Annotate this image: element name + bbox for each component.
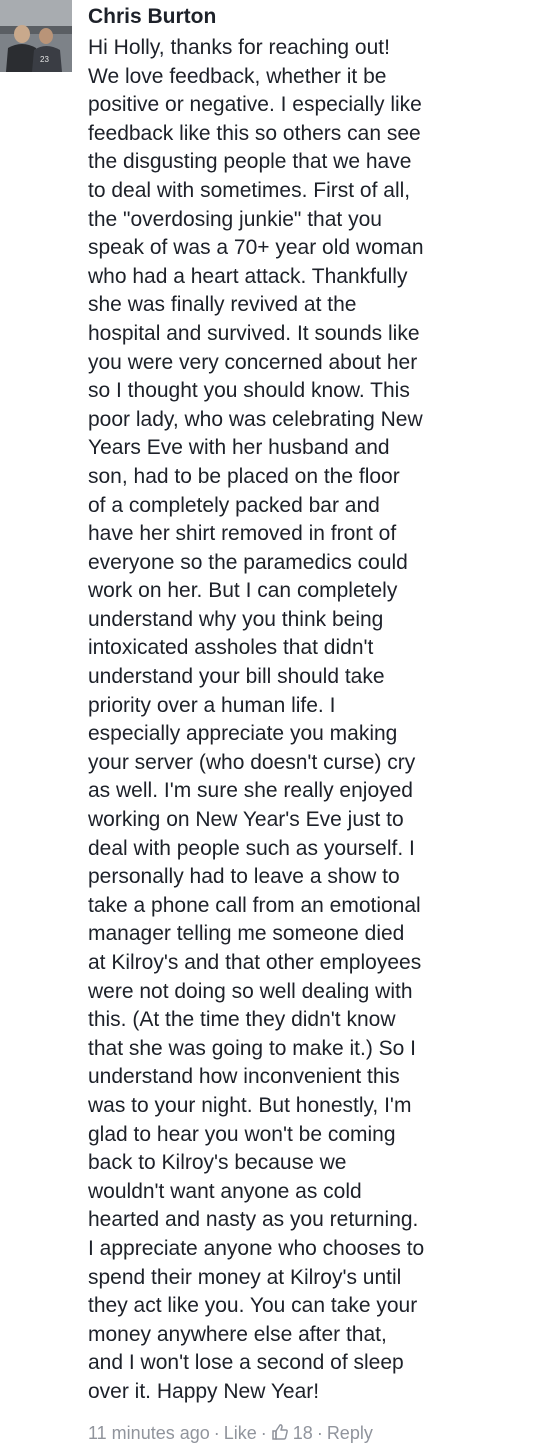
comment-text-line: positive or negative. I especially like bbox=[88, 93, 422, 117]
comment-text-line: and I won't lose a second of sleep bbox=[88, 1351, 404, 1375]
comment-text-line: intoxicated assholes that didn't bbox=[88, 636, 374, 660]
comment-text-line: they act like you. You can take your bbox=[88, 1294, 418, 1318]
comment-text-line: understand why you think being bbox=[88, 607, 384, 631]
comment-text-line: take a phone call from an emotional bbox=[88, 893, 421, 917]
comment-meta: 11 minutes ago · Like · 18 · Reply bbox=[88, 1421, 373, 1445]
comment: 23 Chris Burton Hi Holly, thanks for rea… bbox=[0, 0, 539, 1453]
comment-body: Chris Burton Hi Holly, thanks for reachi… bbox=[88, 2, 528, 1407]
comment-text-line: glad to hear you won't be coming bbox=[88, 1122, 396, 1146]
comment-text-line: deal with people such as yourself. I bbox=[88, 836, 415, 860]
comment-text-line: this. (At the time they didn't know bbox=[88, 1008, 396, 1032]
comment-text-line: personally had to leave a show to bbox=[88, 865, 400, 889]
timestamp[interactable]: 11 minutes ago bbox=[88, 1423, 210, 1443]
separator: · bbox=[316, 1423, 323, 1443]
separator: · bbox=[213, 1423, 220, 1443]
thumbs-up-icon bbox=[272, 1424, 288, 1440]
comment-text-line: wouldn't want anyone as cold bbox=[88, 1179, 362, 1203]
comment-text-line: the disgusting people that we have bbox=[88, 150, 412, 174]
comment-text-line: understand your bill should take bbox=[88, 665, 385, 689]
comment-text-line: especially appreciate you making bbox=[88, 722, 398, 746]
comment-text-line: back to Kilroy's because we bbox=[88, 1151, 347, 1175]
comment-text-line: I appreciate anyone who chooses to bbox=[88, 1236, 425, 1260]
comment-text-line: as well. I'm sure she really enjoyed bbox=[88, 779, 413, 803]
comment-text-line: priority over a human life. I bbox=[88, 693, 336, 717]
comment-text-line: was to your night. But honestly, I'm bbox=[88, 1093, 412, 1117]
like-count[interactable]: 18 bbox=[293, 1423, 313, 1443]
comment-text-line: poor lady, who was celebrating New bbox=[88, 407, 423, 431]
comment-text-line: work on her. But I can completely bbox=[88, 579, 398, 603]
comment-text-line: the "overdosing junkie" that you bbox=[88, 207, 382, 231]
comment-text-line: that she was going to make it.) So I bbox=[88, 1036, 417, 1060]
comment-text-line: feedback like this so others can see bbox=[88, 121, 421, 145]
comment-text-line: were not doing so well dealing with bbox=[88, 979, 413, 1003]
separator: · bbox=[260, 1423, 267, 1443]
comment-text-line: at Kilroy's and that other employees bbox=[88, 951, 422, 974]
comment-text-line: to deal with sometimes. First of all, bbox=[88, 178, 411, 202]
comment-text-line: she was finally revived at the bbox=[88, 293, 357, 317]
comment-text-line: money anywhere else after that, bbox=[88, 1322, 387, 1346]
comment-text-line: son, had to be placed on the floor bbox=[88, 464, 400, 488]
reply-button[interactable]: Reply bbox=[327, 1423, 373, 1443]
comment-text-line: Hi Holly, thanks for reaching out! bbox=[88, 36, 390, 59]
comment-text-line: working on New Year's Eve just to bbox=[88, 808, 404, 832]
author-name[interactable]: Chris Burton bbox=[88, 2, 528, 32]
comment-text-line: Years Eve with her husband and bbox=[88, 436, 390, 460]
comment-text-line: have her shirt removed in front of bbox=[88, 522, 397, 546]
profile-photo-icon: 23 bbox=[0, 0, 72, 72]
comment-text-line: speak of was a 70+ year old woman bbox=[88, 236, 424, 260]
comment-text-line: understand how inconvenient this bbox=[88, 1065, 400, 1089]
comment-text-line: manager telling me someone died bbox=[88, 922, 405, 946]
comment-text: Hi Holly, thanks for reaching out! We lov… bbox=[88, 34, 528, 1407]
comment-text-line: so I thought you should know. This bbox=[88, 379, 410, 403]
comment-text-line: hospital and survived. It sounds like bbox=[88, 321, 420, 345]
comment-text-line: spend their money at Kilroy's until bbox=[88, 1265, 402, 1289]
comment-text-line: your server (who doesn't curse) cry bbox=[88, 750, 416, 774]
comment-text-line: of a completely packed bar and bbox=[88, 493, 380, 517]
comment-text-line: who had a heart attack. Thankfully bbox=[88, 264, 408, 288]
comment-text-line: everyone so the paramedics could bbox=[88, 550, 408, 574]
comment-text-line: you were very concerned about her bbox=[88, 350, 418, 374]
svg-text:23: 23 bbox=[40, 55, 49, 64]
avatar[interactable]: 23 bbox=[0, 0, 72, 72]
like-button[interactable]: Like bbox=[224, 1423, 257, 1443]
comment-text-line: hearted and nasty as you returning. bbox=[88, 1208, 419, 1232]
comment-text-line: We love feedback, whether it be bbox=[88, 64, 387, 88]
comment-text-line: over it. Happy New Year! bbox=[88, 1379, 320, 1403]
